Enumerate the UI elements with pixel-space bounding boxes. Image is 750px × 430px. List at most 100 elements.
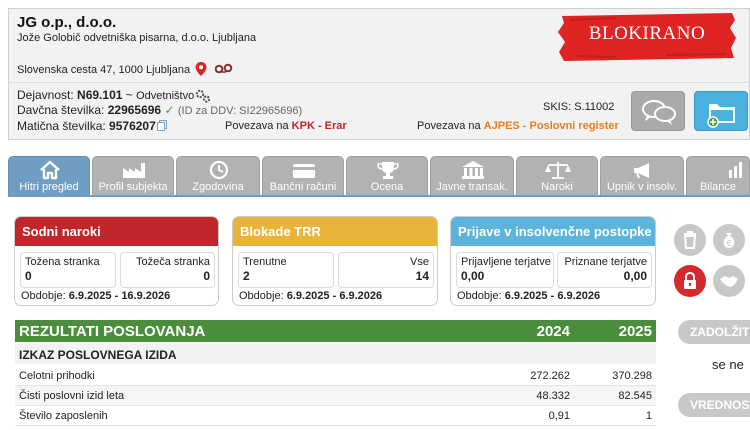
activity-code: N69.101 (77, 88, 123, 102)
handshake-icon (720, 276, 738, 287)
period-label: Obdobje: (457, 290, 502, 302)
period-value: 6.9.2025 - 6.9.2026 (504, 290, 601, 302)
debt-pill[interactable]: ZADOLŽITEV (678, 320, 750, 344)
reg-number: 9576207 (109, 119, 156, 133)
debt-status-text: se ne (712, 357, 744, 372)
row-label: Število zaposlenih (19, 410, 108, 422)
business-results-header: REZULTATI POSLOVANJA 2024 2025 (15, 320, 656, 342)
tab-label: Profil subjekta (98, 181, 168, 193)
handshake-button[interactable] (713, 265, 745, 297)
court-hearings-box[interactable]: Sodni naroki Tožena stranka 0 Tožeča str… (14, 216, 219, 306)
activity-line: Dejavnost: N69.101 ~ Odvetništvo (17, 88, 194, 102)
kpk-link[interactable]: KPK - Erar (292, 120, 347, 132)
tab-label: Bilance (699, 181, 737, 193)
folder-add-icon (707, 104, 735, 128)
tax-line: Davčna številka: 22965696 ✓ (ID za DDV: … (17, 103, 302, 117)
reg-line: Matična številka: 9576207 (17, 119, 156, 133)
map-pin-icon[interactable] (195, 62, 207, 76)
money-bag-button[interactable]: € (713, 224, 745, 256)
delete-button[interactable] (674, 224, 706, 256)
trr-period: Obdobje: 6.9.2025 - 6.9.2026 (239, 290, 382, 302)
reg-label: Matična številka: (17, 119, 106, 133)
insolvency-title: Prijave v insolvenčne postopke (451, 217, 655, 246)
table-row: Čisti poslovni izid leta 48.332 82.545 (15, 386, 656, 406)
activity-separator: ~ (125, 88, 133, 102)
all-blocks-stat: Vse 14 (338, 252, 434, 288)
vat-id: (ID za DDV: SI22965696) (177, 105, 303, 117)
recognized-claims-label: Priznane terjatve (564, 256, 647, 268)
court-period: Obdobje: 6.9.2025 - 16.9.2026 (21, 290, 170, 302)
chat-bubbles-icon (642, 100, 676, 125)
tab-label: Naroki (541, 181, 573, 193)
recognized-claims-stat: Priznane terjatve 0,00 (557, 252, 652, 288)
values-pill[interactable]: VREDNOSTI (678, 393, 750, 417)
defendant-label: Tožena stranka (25, 256, 100, 268)
current-blocks-label: Trenutne (243, 256, 287, 268)
row-value-2025: 370.298 (612, 370, 652, 382)
row-label: Celotni prihodki (19, 370, 95, 382)
status-badge-blocked: BLOKIRANO (588, 23, 706, 44)
all-blocks-value: 14 (415, 269, 429, 283)
ajpes-link-prefix: Povezava na (417, 120, 481, 132)
gears-icon[interactable] (195, 89, 211, 103)
chart-icon (729, 162, 742, 178)
table-row: Celotni prihodki 272.262 370.298 (15, 366, 656, 386)
income-statement-header: IZKAZ POSLOVNEGA IZIDA (15, 344, 656, 364)
lock-button[interactable] (674, 265, 706, 297)
factory-icon (123, 163, 145, 178)
plaintiff-label: Tožeča stranka (136, 256, 210, 268)
home-icon (40, 160, 60, 180)
row-value-2024: 272.262 (530, 370, 570, 382)
company-name: JG o.p., d.o.o. (17, 14, 117, 31)
clock-icon (209, 160, 229, 180)
tab-upnik-v-insolv[interactable]: Upnik v insolv. (600, 156, 684, 196)
year-column-2: 2025 (618, 323, 652, 340)
tab-label: Bančni računi (269, 181, 337, 193)
ajpes-link[interactable]: AJPES - Poslovni register (484, 120, 619, 132)
filed-claims-stat: Prijavljene terjatve 0,00 (456, 252, 554, 288)
skis-line: SKIS: S.11002 (543, 101, 614, 113)
row-value-2024: 0,91 (548, 410, 570, 422)
tab-zgodovina[interactable]: Zgodovina (176, 156, 260, 196)
megaphone-icon (634, 163, 649, 179)
court-hearings-title: Sodni naroki (15, 217, 218, 246)
defendant-stat: Tožena stranka 0 (20, 252, 116, 288)
tab-label: Hitri pregled (19, 181, 79, 193)
card-icon (293, 164, 315, 178)
tab-label: Javne transak. (436, 181, 508, 193)
period-label: Obdobje: (239, 290, 284, 302)
company-address: Slovenska cesta 47, 1000 Ljubljana (17, 64, 191, 76)
trophy-icon (377, 162, 399, 179)
tab-hitri-pregled[interactable]: Hitri pregled (8, 156, 90, 196)
period-value: 6.9.2025 - 16.9.2026 (68, 290, 171, 302)
tab-javne-transakcije[interactable]: Javne transak. (430, 156, 514, 196)
tab-profil-subjekta[interactable]: Profil subjekta (92, 156, 174, 196)
activity-name: Odvetništvo (136, 90, 195, 102)
income-statement-title: IZKAZ POSLOVNEGA IZIDA (19, 348, 177, 362)
insolvency-box[interactable]: Prijave v insolvenčne postopke Prijavlje… (450, 216, 656, 306)
svg-text:€: € (726, 239, 731, 248)
check-icon: ✓ (164, 103, 175, 117)
copy-icon[interactable] (157, 120, 167, 131)
tax-number: 22965696 (107, 103, 162, 117)
insolvency-period: Obdobje: 6.9.2025 - 6.9.2026 (457, 290, 600, 302)
trash-icon (683, 231, 697, 249)
chat-button[interactable] (631, 91, 685, 131)
tab-bancni-racuni[interactable]: Bančni računi (262, 156, 344, 196)
route-icon[interactable] (215, 63, 233, 75)
tax-label: Davčna številka: (17, 103, 105, 117)
tab-naroki[interactable]: Naroki (516, 156, 598, 196)
trr-block-title: Blokade TRR (233, 217, 437, 246)
period-label: Obdobje: (21, 290, 66, 302)
defendant-value: 0 (25, 269, 32, 283)
lock-icon (684, 271, 696, 289)
company-info: Dejavnost: N69.101 ~ Odvetništvo Davčna … (8, 82, 750, 140)
kpk-link-line: Povezava na KPK - Erar (225, 120, 347, 132)
tabs-underline (8, 195, 750, 197)
add-folder-button[interactable] (694, 91, 748, 131)
tab-ocena[interactable]: Ocena (346, 156, 428, 196)
plaintiff-stat: Tožeča stranka 0 (120, 252, 215, 288)
current-blocks-value: 2 (243, 269, 250, 283)
tab-bilance[interactable]: Bilance (686, 156, 750, 196)
trr-block-box[interactable]: Blokade TRR Trenutne 2 Vse 14 Obdobje: 6… (232, 216, 438, 306)
